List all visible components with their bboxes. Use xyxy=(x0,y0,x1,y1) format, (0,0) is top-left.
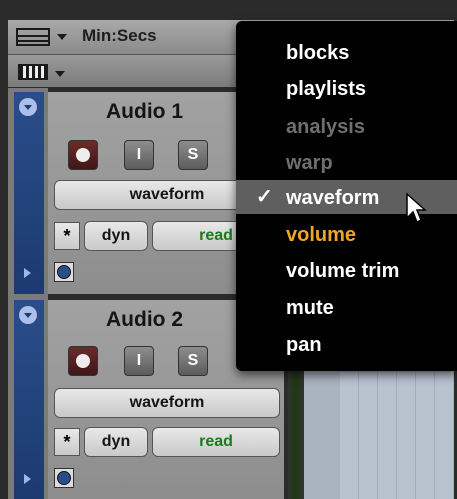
timeline-grid xyxy=(340,372,454,499)
grid-view-icon[interactable] xyxy=(18,64,48,80)
mouse-cursor-icon xyxy=(406,192,427,224)
input-monitor-button[interactable]: I xyxy=(124,346,154,376)
collapse-icon[interactable] xyxy=(19,98,37,116)
menu-item-volume-trim[interactable]: volume trim xyxy=(286,260,399,283)
menu-item-blocks[interactable]: blocks xyxy=(286,42,349,65)
expand-icon[interactable] xyxy=(24,474,31,484)
ruler-view-icon[interactable] xyxy=(16,28,50,46)
menu-item-pan[interactable]: pan xyxy=(286,334,322,357)
input-monitor-button[interactable]: I xyxy=(124,140,154,170)
chevron-down-icon[interactable] xyxy=(55,71,65,77)
menu-item-playlists[interactable]: playlists xyxy=(286,78,366,101)
solo-button[interactable]: S xyxy=(178,140,208,170)
star-button[interactable]: * xyxy=(54,428,80,456)
checkmark-icon: ✓ xyxy=(256,186,273,208)
timebase-icon[interactable] xyxy=(54,468,74,488)
record-icon xyxy=(76,148,90,162)
expand-icon[interactable] xyxy=(24,268,31,278)
dyn-button[interactable]: dyn xyxy=(84,221,148,251)
menu-item-warp: warp xyxy=(286,152,333,174)
record-enable-button[interactable] xyxy=(68,140,98,170)
solo-button[interactable]: S xyxy=(178,346,208,376)
menu-item-waveform[interactable]: waveform xyxy=(286,187,379,210)
track-color-strip xyxy=(14,92,44,294)
dyn-button[interactable]: dyn xyxy=(84,427,148,457)
menu-item-volume[interactable]: volume xyxy=(286,224,356,247)
track-name[interactable]: Audio 2 xyxy=(106,308,183,332)
menu-item-mute[interactable]: mute xyxy=(286,297,334,320)
menu-item-analysis: analysis xyxy=(286,116,365,138)
automation-mode-selector[interactable]: read xyxy=(152,427,280,457)
track-color-strip xyxy=(14,300,44,499)
chevron-down-icon[interactable] xyxy=(57,34,67,40)
time-format-label[interactable]: Min:Secs xyxy=(82,26,157,46)
record-enable-button[interactable] xyxy=(68,346,98,376)
star-button[interactable]: * xyxy=(54,222,80,250)
timebase-icon[interactable] xyxy=(54,262,74,282)
collapse-icon[interactable] xyxy=(19,306,37,324)
track-view-selector[interactable]: waveform xyxy=(54,388,280,418)
record-icon xyxy=(76,354,90,368)
track-name[interactable]: Audio 1 xyxy=(106,100,183,124)
